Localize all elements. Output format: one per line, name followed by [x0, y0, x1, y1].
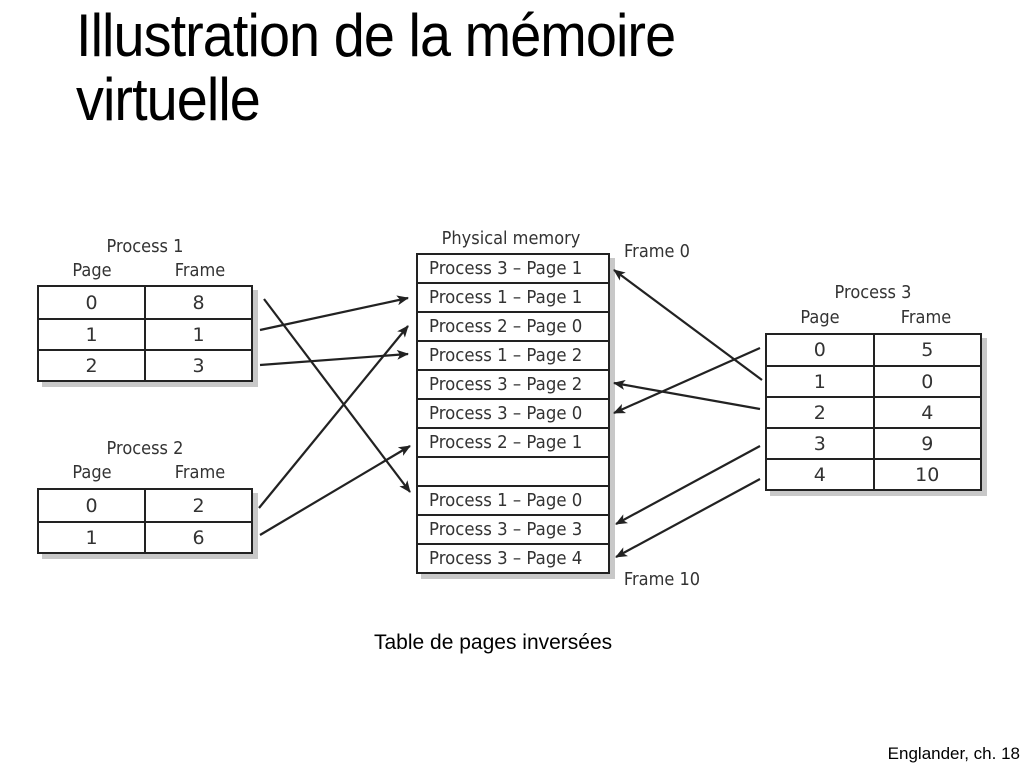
arrow-p3-page4-to-frame10 [615, 478, 761, 558]
source-citation: Englander, ch. 18 [887, 744, 1020, 763]
arrow-p1-page2-to-frame3 [259, 349, 409, 367]
arrow-p1-page1-to-frame1 [259, 295, 409, 332]
arrow-p2-page1-to-frame6 [259, 445, 411, 536]
arrow-p3-page0-to-frame5 [613, 346, 761, 415]
arrow-p1-page0-to-frame8 [263, 298, 411, 493]
arrow-p2-page0-to-frame2 [258, 325, 409, 509]
diagram-caption: Table de pages inversées [374, 631, 613, 654]
arrow-p3-page3-to-frame9 [615, 445, 761, 525]
arrow-p3-page1-to-frame0 [613, 269, 763, 381]
arrow-p3-page2-to-frame4 [613, 380, 761, 411]
